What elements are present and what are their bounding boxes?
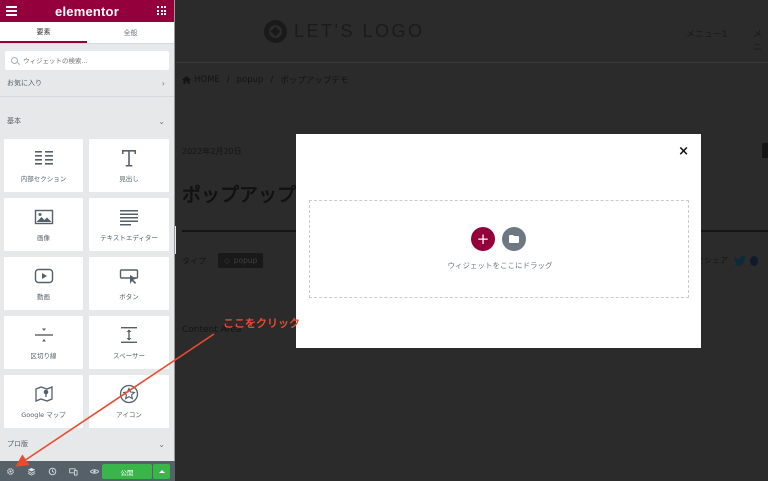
post-date: 2022年2月20日	[182, 147, 242, 156]
icon-widget-icon	[119, 384, 139, 404]
text-editor-icon	[120, 210, 138, 226]
drop-zone-text: ウィジェットをここにドラッグ	[447, 261, 553, 270]
widget-label: 内部セクション	[20, 175, 67, 183]
caret-up-icon	[158, 470, 165, 473]
widget-label: 見出し	[119, 175, 139, 183]
post-tag[interactable]: ◇ popup	[218, 253, 264, 268]
heading-icon	[122, 150, 136, 167]
post-title: ポップアップ	[182, 184, 297, 206]
share-area: をシェア	[696, 255, 758, 266]
home-icon	[182, 76, 191, 84]
chevron-down-icon: ⌄	[158, 439, 165, 449]
breadcrumb: HOME / popup / ポップアップデモ	[182, 74, 348, 86]
history-button[interactable]	[42, 461, 63, 481]
drop-zone-actions: +	[471, 227, 526, 251]
publish-button[interactable]: 公開	[102, 464, 152, 479]
widget-label: 動画	[37, 293, 50, 301]
search-input[interactable]	[23, 56, 153, 65]
widget-video[interactable]: 動画	[4, 257, 83, 310]
inner-section-icon	[34, 151, 53, 165]
history-icon	[48, 467, 57, 475]
widget-divider[interactable]: 区切り線	[4, 316, 83, 369]
widget-label: アイコン	[116, 411, 142, 419]
nav-menu-1[interactable]: メニュー1	[686, 27, 728, 40]
breadcrumb-current: ポップアップデモ	[280, 76, 349, 86]
widget-label: Google マップ	[21, 411, 66, 419]
breadcrumb-separator: /	[226, 75, 230, 85]
section-basic[interactable]: 基本 ⌄	[0, 112, 174, 130]
section-favorites[interactable]: お気に入り ›	[0, 74, 174, 92]
section-pro-label: プロ版	[7, 440, 28, 448]
tag-icon: ◇	[224, 256, 230, 265]
widget-icon[interactable]: アイコン	[89, 375, 169, 428]
plus-icon: +	[476, 230, 490, 248]
widget-label: スペーサー	[113, 352, 145, 360]
popup-modal: × + ウィジェットをここにドラッグ	[296, 134, 701, 348]
widget-label: 区切り線	[30, 352, 57, 360]
gear-icon	[7, 467, 14, 475]
widget-label: ボタン	[119, 293, 139, 301]
eye-icon	[90, 468, 99, 474]
breadcrumb-separator: /	[270, 75, 274, 85]
image-icon	[34, 209, 53, 225]
logo-text: LET'S LOGO	[294, 21, 425, 41]
folder-icon	[509, 235, 519, 243]
widget-text-editor[interactable]: テキストエディター	[89, 198, 169, 251]
edge-element	[762, 143, 768, 158]
widget-grid: 内部セクション 見出し 画像 テキストエディター 動画 ボタン 区切り線 スペー…	[4, 139, 169, 428]
site-header: LET'S LOGO メニュー1 メニ	[176, 0, 768, 63]
chevron-right-icon: ›	[161, 78, 165, 88]
elementor-logo: elementor	[55, 3, 119, 19]
responsive-mode-button[interactable]	[63, 461, 84, 481]
annotation-label: ここをクリック	[223, 317, 300, 330]
elementor-panel: elementor 要素 全般 お気に入り › 基本 ⌄ 内部セクション 見出し…	[0, 0, 175, 481]
twitter-icon[interactable]	[734, 255, 746, 266]
panel-tabs: 要素 全般	[0, 22, 174, 44]
chevron-down-icon: ⌄	[158, 116, 165, 126]
add-section-button[interactable]: +	[471, 227, 495, 251]
widget-image[interactable]: 画像	[4, 198, 83, 251]
widget-inner-section[interactable]: 内部セクション	[4, 139, 83, 192]
tag-label: popup	[233, 256, 258, 265]
widget-button[interactable]: ボタン	[89, 257, 169, 310]
search-icon	[11, 57, 18, 64]
responsive-icon	[69, 467, 78, 476]
settings-button[interactable]	[0, 461, 21, 481]
nav-menu-2[interactable]: メニ	[753, 27, 768, 53]
tab-elements[interactable]: 要素	[0, 22, 87, 43]
video-icon	[34, 268, 53, 284]
widget-label: 画像	[37, 234, 50, 242]
panel-header: elementor	[0, 0, 174, 22]
add-template-button[interactable]	[502, 227, 526, 251]
widgets-grid-icon[interactable]	[157, 6, 166, 15]
site-logo[interactable]: LET'S LOGO	[264, 20, 424, 43]
breadcrumb-home[interactable]: HOME	[194, 75, 220, 85]
widget-label: テキストエディター	[100, 234, 158, 242]
button-icon	[119, 269, 139, 284]
spacer-icon	[121, 327, 137, 343]
close-icon[interactable]: ×	[678, 144, 689, 159]
facebook-icon[interactable]	[750, 255, 758, 266]
post-type-label: タイプ	[182, 257, 206, 266]
section-pro[interactable]: プロ版 ⌄	[0, 435, 174, 453]
widget-drop-zone[interactable]: + ウィジェットをここにドラッグ	[309, 200, 689, 298]
navigator-button[interactable]	[21, 461, 42, 481]
panel-footer: 公開	[0, 461, 175, 481]
divider-icon	[34, 328, 53, 342]
publish-options-button[interactable]	[153, 464, 170, 479]
widget-search	[5, 51, 169, 70]
hamburger-menu-icon[interactable]	[6, 6, 17, 18]
widget-heading[interactable]: 見出し	[89, 139, 169, 192]
breadcrumb-popup[interactable]: popup	[237, 75, 264, 85]
widget-spacer[interactable]: スペーサー	[89, 316, 169, 369]
section-basic-label: 基本	[7, 117, 21, 125]
section-favorites-label: お気に入り	[7, 79, 42, 87]
logo-mark-icon	[264, 20, 287, 43]
google-maps-icon	[34, 386, 53, 402]
tab-global[interactable]: 全般	[87, 22, 174, 43]
layers-icon	[27, 467, 36, 476]
divider	[0, 96, 174, 97]
widget-google-maps[interactable]: Google マップ	[4, 375, 83, 428]
